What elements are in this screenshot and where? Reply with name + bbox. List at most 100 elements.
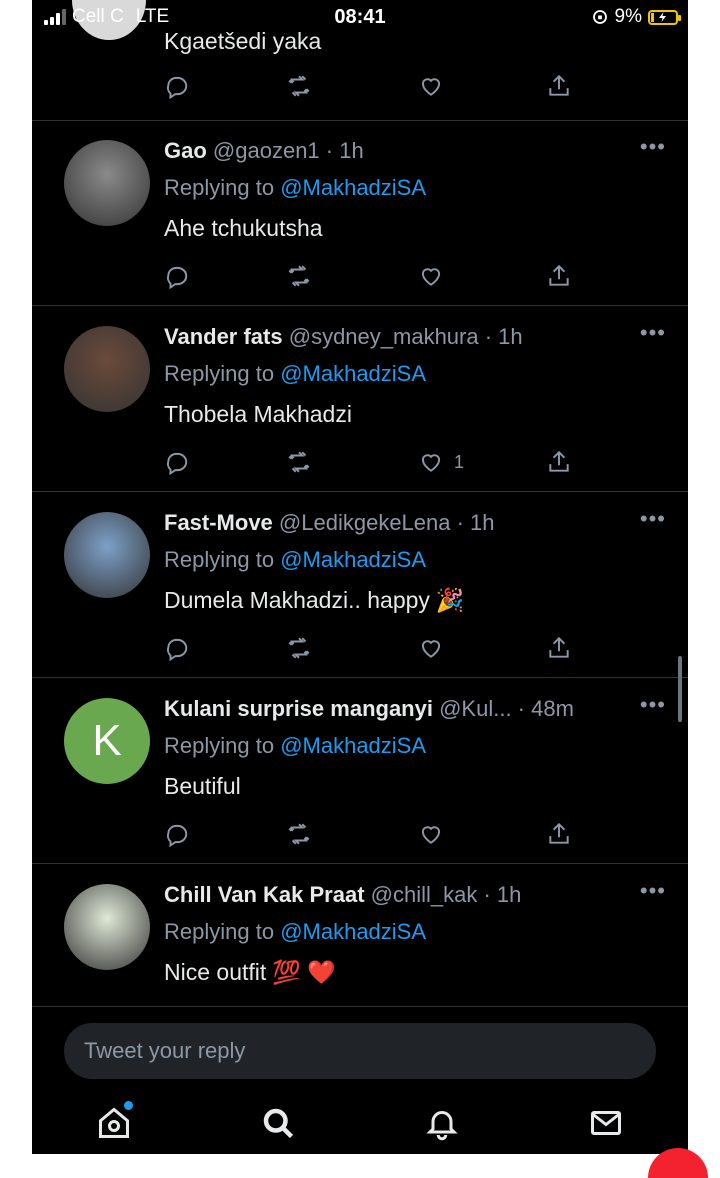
retweet-icon (288, 265, 310, 287)
tweet[interactable]: K Kulani surprise manganyi @Kul... · 48m… (32, 678, 688, 864)
reply-button[interactable] (164, 446, 190, 478)
tweet-text: Ahe tchukutsha (164, 215, 323, 241)
mention-link[interactable]: @MakhadziSA (280, 733, 426, 758)
tweet-header: Kulani surprise manganyi @Kul... · 48m (164, 694, 668, 724)
reply-icon (166, 76, 188, 99)
tweet-content: Gao @gaozen1 · 1h Replying to @MakhadziS… (164, 136, 668, 246)
battery-percent: 9% (614, 6, 642, 27)
tab-home[interactable] (96, 1101, 136, 1145)
more-options-icon[interactable]: ••• (640, 320, 666, 346)
tweet-body: Ahe tchukutsha (164, 210, 668, 246)
share-button[interactable] (546, 260, 572, 292)
tweet[interactable]: Vander fats @sydney_makhura · 1h Replyin… (32, 306, 688, 492)
tweet-body: Thobela Makhadzi (164, 396, 668, 432)
tweet-content: Chill Van Kak Praat @chill_kak · 1h Repl… (164, 880, 668, 990)
mention-link[interactable]: @MakhadziSA (280, 547, 426, 572)
more-options-icon[interactable]: ••• (640, 878, 666, 904)
like-button[interactable] (418, 70, 444, 102)
retweet-button[interactable] (286, 260, 312, 292)
mention-link[interactable]: @MakhadziSA (280, 175, 426, 200)
retweet-icon (288, 823, 310, 845)
handle-and-time: @Kul... · 48m (439, 696, 574, 721)
like-count: 1 (454, 451, 465, 472)
retweet-button[interactable] (286, 446, 312, 478)
tab-bar (32, 1101, 688, 1154)
mention-link[interactable]: @MakhadziSA (280, 919, 426, 944)
display-name[interactable]: Kulani surprise manganyi (164, 696, 433, 721)
home-icon (99, 1107, 129, 1138)
heart-icon (421, 826, 441, 844)
avatar[interactable] (64, 326, 150, 412)
heart-icon (421, 78, 441, 96)
like-button[interactable] (418, 260, 454, 292)
like-button[interactable] (418, 818, 454, 850)
share-button[interactable] (546, 446, 572, 478)
replying-label: Replying to (164, 919, 281, 944)
tweet-content: Vander fats @sydney_makhura · 1h Replyin… (164, 322, 668, 432)
replying-label: Replying to (164, 547, 281, 572)
tweet-actions (164, 70, 584, 102)
tweet-text: Dumela Makhadzi.. happy (164, 587, 430, 613)
battery-icon (648, 9, 681, 25)
tab-search[interactable] (260, 1105, 300, 1145)
tweet-header: Fast-Move @LedikgekeLena · 1h (164, 508, 668, 538)
tweet-text: Thobela Makhadzi (164, 401, 352, 427)
reply-icon (166, 266, 188, 289)
replying-label: Replying to (164, 733, 281, 758)
reply-input[interactable]: Tweet your reply (64, 1023, 656, 1079)
replying-label: Replying to (164, 175, 281, 200)
tweet-emoji: 💯 ❤️ (272, 959, 336, 985)
tab-messages[interactable] (588, 1105, 628, 1145)
replying-to: Replying to @MakhadziSA (164, 356, 668, 392)
display-name[interactable]: Fast-Move (164, 510, 273, 535)
retweet-button[interactable] (286, 70, 312, 102)
handle-and-time: @sydney_makhura · 1h (288, 324, 523, 349)
display-name[interactable]: Vander fats (164, 324, 283, 349)
more-options-icon[interactable]: ••• (640, 506, 666, 532)
tab-notifications[interactable] (424, 1105, 464, 1145)
tweet-body: Beutiful (164, 768, 668, 804)
avatar[interactable] (64, 884, 150, 970)
reply-icon (166, 638, 188, 661)
avatar-letter: K (92, 716, 122, 765)
tweet-header: Gao @gaozen1 · 1h (164, 136, 668, 166)
retweet-icon (288, 451, 310, 473)
like-button[interactable]: 1 (418, 446, 464, 478)
retweet-button[interactable] (286, 818, 312, 850)
replying-to: Replying to @MakhadziSA (164, 542, 668, 578)
avatar[interactable]: K (64, 698, 150, 784)
reply-icon (166, 452, 188, 475)
reply-button[interactable] (164, 632, 190, 664)
charging-icon (659, 12, 666, 22)
reply-button[interactable] (164, 818, 190, 850)
mention-link[interactable]: @MakhadziSA (280, 361, 426, 386)
phone-screen: Kgaetšedi yaka Cell C LTE 08:41 9% Gao @… (32, 0, 688, 1154)
avatar[interactable] (64, 140, 150, 226)
display-name[interactable]: Chill Van Kak Praat (164, 882, 365, 907)
scrollbar[interactable] (678, 656, 682, 722)
tweet-actions (164, 818, 584, 850)
heart-icon (421, 640, 441, 658)
tweet[interactable]: Gao @gaozen1 · 1h Replying to @MakhadziS… (32, 120, 688, 306)
avatar[interactable] (64, 512, 150, 598)
share-button[interactable] (546, 70, 572, 102)
tweet-content: Kulani surprise manganyi @Kul... · 48m R… (164, 694, 668, 804)
retweet-button[interactable] (286, 632, 312, 664)
status-right: 9% (591, 6, 681, 28)
like-button[interactable] (418, 632, 454, 664)
share-button[interactable] (546, 632, 572, 664)
reply-button[interactable] (164, 260, 190, 292)
retweet-icon (288, 75, 310, 97)
heart-icon (421, 268, 441, 286)
tweet-header: Chill Van Kak Praat @chill_kak · 1h (164, 880, 668, 910)
handle-and-time: @chill_kak · 1h (370, 882, 522, 907)
more-options-icon[interactable]: ••• (640, 692, 666, 718)
more-options-icon[interactable]: ••• (640, 134, 666, 160)
tweet-body: Nice outfit 💯 ❤️ (164, 954, 668, 990)
reply-composer-area: Tweet your reply (32, 1006, 688, 1154)
display-name[interactable]: Gao (164, 138, 207, 163)
share-button[interactable] (546, 818, 572, 850)
tweet[interactable]: Fast-Move @LedikgekeLena · 1h Replying t… (32, 492, 688, 678)
reply-button[interactable] (164, 70, 190, 102)
reply-icon (166, 824, 188, 847)
